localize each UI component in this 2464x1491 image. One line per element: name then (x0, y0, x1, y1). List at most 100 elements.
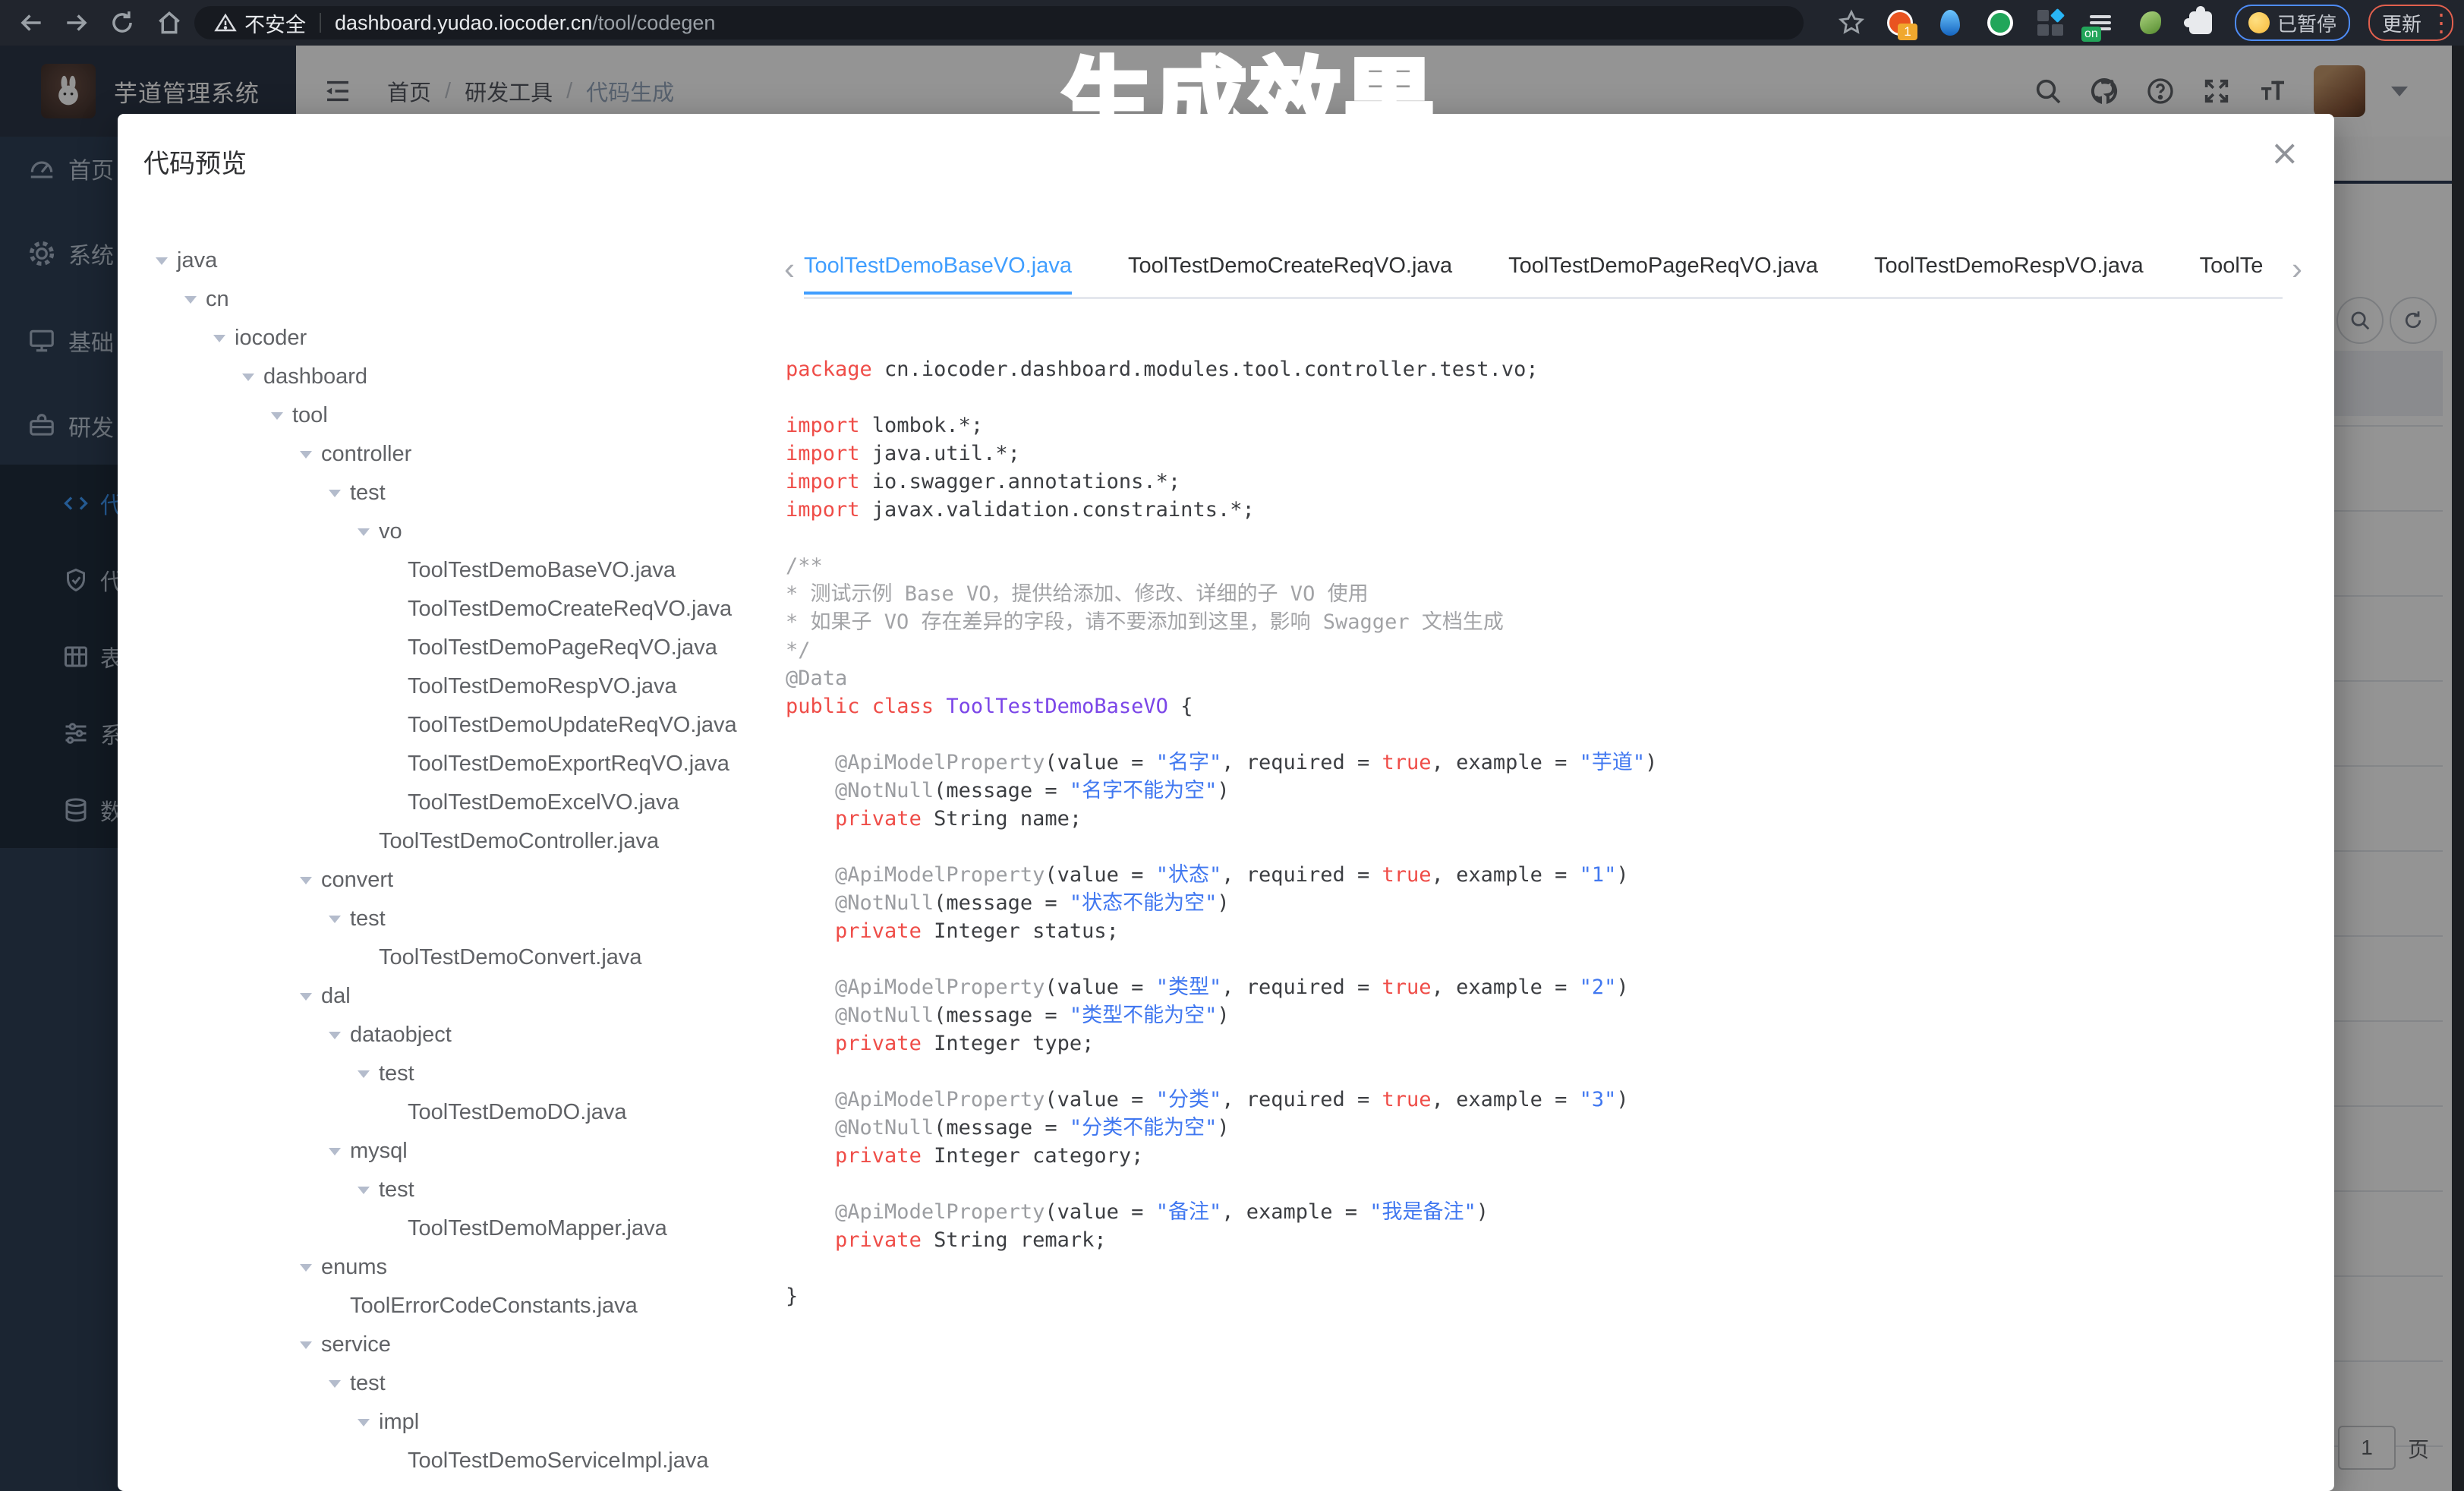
security-warning-icon[interactable] (214, 11, 237, 34)
security-label[interactable]: 不安全 (244, 8, 306, 38)
tree-folder[interactable]: test (156, 1054, 774, 1093)
tree-expand-icon[interactable] (300, 993, 312, 1001)
back-icon[interactable] (17, 8, 46, 37)
tree-expand-icon[interactable] (213, 335, 225, 342)
tree-node-label: ToolTestDemoCreateReqVO.java (408, 597, 732, 622)
tree-node-label: ToolErrorCodeConstants.java (350, 1294, 638, 1319)
tree-folder[interactable]: test (156, 1171, 774, 1209)
tree-file[interactable]: ToolTestDemoConvert.java (156, 938, 774, 977)
tree-expand-icon[interactable] (184, 296, 197, 304)
tree-folder[interactable]: vo (156, 512, 774, 551)
tree-expand-icon[interactable] (329, 916, 341, 923)
tree-node-label: service (321, 1332, 391, 1357)
tree-node-label: dal (321, 984, 351, 1009)
paused-label: 已暂停 (2277, 9, 2336, 37)
extension-on-badge: on (2081, 27, 2101, 42)
tree-file[interactable]: ToolTestDemoController.java (156, 822, 774, 861)
tree-node-label: test (350, 1371, 386, 1396)
tree-file[interactable]: ToolTestDemoCreateReqVO.java (156, 590, 774, 629)
code-line (786, 1254, 2307, 1282)
tree-node-label: ToolTestDemoBaseVO.java (408, 558, 676, 583)
tree-file[interactable]: ToolTestDemoMapper.java (156, 1209, 774, 1248)
extension-list-icon[interactable]: on (2084, 7, 2116, 39)
tree-expand-icon[interactable] (329, 490, 341, 497)
home-icon[interactable] (155, 8, 184, 37)
bookmark-star-icon[interactable] (1837, 8, 1866, 37)
tree-node-label: mysql (350, 1139, 408, 1164)
tree-folder[interactable]: convert (156, 861, 774, 900)
tree-folder[interactable]: dal (156, 977, 774, 1016)
tree-expand-icon[interactable] (242, 374, 254, 381)
code-line: private String remark; (786, 1226, 2307, 1254)
tree-folder[interactable]: iocoder (156, 319, 774, 358)
url-path[interactable]: /tool/codegen (592, 11, 715, 35)
extension-drop-icon[interactable] (1934, 7, 1966, 39)
tree-folder[interactable]: dashboard (156, 358, 774, 396)
tabs-next-icon[interactable]: › (2283, 249, 2311, 288)
tree-file[interactable]: ToolTestDemoExportReqVO.java (156, 745, 774, 783)
tree-expand-icon[interactable] (300, 451, 312, 459)
file-tab-1[interactable]: ToolTestDemoCreateReqVO.java (1128, 249, 1452, 292)
tree-node-label: tool (292, 403, 328, 428)
tree-expand-icon[interactable] (271, 412, 283, 420)
tree-file[interactable]: ToolTestDemoDO.java (156, 1093, 774, 1132)
browser-menu-icon[interactable]: ⋮ (2429, 17, 2440, 28)
url-host[interactable]: dashboard.yudao.iocoder.cn (335, 11, 592, 35)
tree-file[interactable]: ToolTestDemoExcelVO.java (156, 783, 774, 822)
tree-file[interactable]: ToolTestDemoServiceImpl.java (156, 1442, 774, 1480)
close-icon[interactable]: × (2270, 132, 2299, 173)
tree-expand-icon[interactable] (300, 877, 312, 884)
tree-expand-icon[interactable] (300, 1264, 312, 1272)
tree-node-label: ToolTestDemoRespVO.java (408, 674, 677, 699)
tree-folder[interactable]: cn (156, 280, 774, 319)
tree-folder[interactable]: test (156, 900, 774, 938)
tree-folder[interactable]: tool (156, 396, 774, 435)
code-line (786, 833, 2307, 861)
tree-expand-icon[interactable] (156, 257, 168, 265)
chrome-update-button[interactable]: 更新 ⋮ (2368, 5, 2453, 41)
tree-file[interactable]: ToolTestDemoPageReqVO.java (156, 629, 774, 667)
tree-expand-icon[interactable] (329, 1032, 341, 1039)
tree-file[interactable]: ToolErrorCodeConstants.java (156, 1287, 774, 1326)
code-line: */ (786, 636, 2307, 664)
tree-expand-icon[interactable] (329, 1148, 341, 1155)
tree-folder[interactable]: controller (156, 435, 774, 474)
tree-expand-icon[interactable] (358, 1187, 370, 1194)
tree-folder[interactable]: test (156, 1364, 774, 1403)
tree-file[interactable]: ToolTestDemoBaseVO.java (156, 551, 774, 590)
update-label: 更新 (2382, 9, 2421, 37)
tree-folder[interactable]: dataobject (156, 1016, 774, 1054)
file-tab-2[interactable]: ToolTestDemoPageReqVO.java (1508, 249, 1818, 292)
tree-folder[interactable]: service (156, 1326, 774, 1364)
reload-icon[interactable] (108, 8, 137, 37)
tree-expand-icon[interactable] (358, 1419, 370, 1426)
tabs-prev-icon[interactable]: ‹ (775, 249, 804, 288)
file-tab-0[interactable]: ToolTestDemoBaseVO.java (804, 249, 1072, 295)
extension-green-icon[interactable] (1984, 7, 2016, 39)
divider (320, 13, 321, 33)
profile-avatar-icon (2248, 12, 2270, 33)
address-bar[interactable]: 不安全 dashboard.yudao.iocoder.cn /tool/cod… (194, 6, 1804, 39)
extension-grid-icon[interactable] (2034, 7, 2066, 39)
tree-file[interactable]: ToolTestDemoRespVO.java (156, 667, 774, 706)
tree-file[interactable]: ToolTestDemoUpdateReqVO.java (156, 706, 774, 745)
extensions-puzzle-icon[interactable] (2185, 7, 2217, 39)
code-preview-modal: 代码预览 × javacniocoderdashboardtoolcontrol… (118, 114, 2334, 1491)
file-tab-3[interactable]: ToolTestDemoRespVO.java (1874, 249, 2144, 292)
tree-folder[interactable]: enums (156, 1248, 774, 1287)
extension-ubuntu-icon[interactable]: 1 (1884, 7, 1916, 39)
code-line (786, 945, 2307, 973)
tree-expand-icon[interactable] (358, 1070, 370, 1078)
tree-expand-icon[interactable] (358, 528, 370, 536)
file-tab-4[interactable]: ToolTe (2200, 249, 2264, 292)
tree-folder[interactable]: mysql (156, 1132, 774, 1171)
tree-expand-icon[interactable] (300, 1341, 312, 1349)
extension-sprout-icon[interactable] (2135, 7, 2166, 39)
tree-folder[interactable]: java (156, 241, 774, 280)
profile-paused-button[interactable]: 已暂停 (2235, 5, 2350, 41)
forward-icon[interactable] (62, 8, 91, 37)
tree-expand-icon[interactable] (329, 1380, 341, 1388)
tree-node-label: iocoder (235, 326, 307, 351)
tree-folder[interactable]: impl (156, 1403, 774, 1442)
tree-folder[interactable]: test (156, 474, 774, 512)
